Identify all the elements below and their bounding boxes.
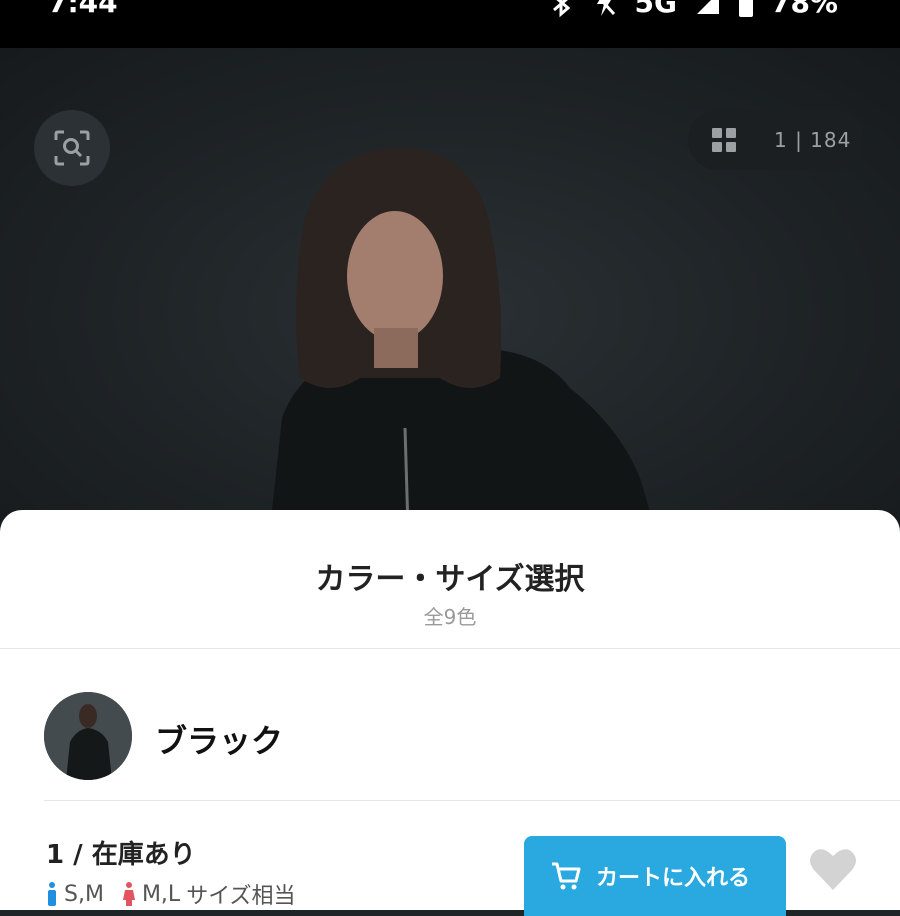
- network-type: 5G: [634, 0, 677, 19]
- thumbnail-photo: [44, 692, 132, 780]
- status-icons: 5G 78%: [551, 0, 838, 19]
- add-to-cart-button[interactable]: カートに入れる: [524, 836, 786, 916]
- add-to-cart-label: カートに入れる: [596, 866, 751, 891]
- size-equivalent: S,M M,L サイズ相当: [46, 878, 296, 910]
- divider: [44, 800, 900, 801]
- status-bar: 7:44 5G 78%: [0, 0, 900, 48]
- signal-icon: [696, 0, 719, 14]
- image-counter: 1 | 184: [774, 128, 852, 152]
- divider: [0, 648, 900, 649]
- male-icon: [48, 882, 56, 906]
- size-suffix: サイズ相当: [186, 884, 296, 909]
- battery-icon: [738, 0, 753, 17]
- cart-icon: [552, 862, 581, 890]
- favorite-heart-icon[interactable]: [808, 846, 858, 892]
- grid-icon: [712, 128, 736, 152]
- male-size: S,M: [64, 881, 104, 907]
- female-size: M,L: [141, 881, 181, 907]
- image-counter-button[interactable]: 1 | 184: [688, 110, 864, 170]
- battery-percent: 78%: [770, 0, 838, 19]
- image-search-button[interactable]: [34, 110, 110, 186]
- stock-status: 1 / 在庫あり: [46, 840, 196, 870]
- status-time: 7:44: [48, 0, 118, 19]
- color-swatch-thumbnail[interactable]: [44, 692, 132, 780]
- image-search-icon: [54, 130, 90, 166]
- bluetooth-icon: [552, 0, 570, 17]
- flash-off-icon: [596, 0, 615, 16]
- color-count: 全9色: [423, 605, 477, 629]
- female-icon: [122, 882, 135, 906]
- product-image[interactable]: 1 | 184: [0, 48, 900, 528]
- sheet-title: カラー・サイズ選択: [315, 562, 585, 597]
- color-name: ブラック: [155, 722, 284, 760]
